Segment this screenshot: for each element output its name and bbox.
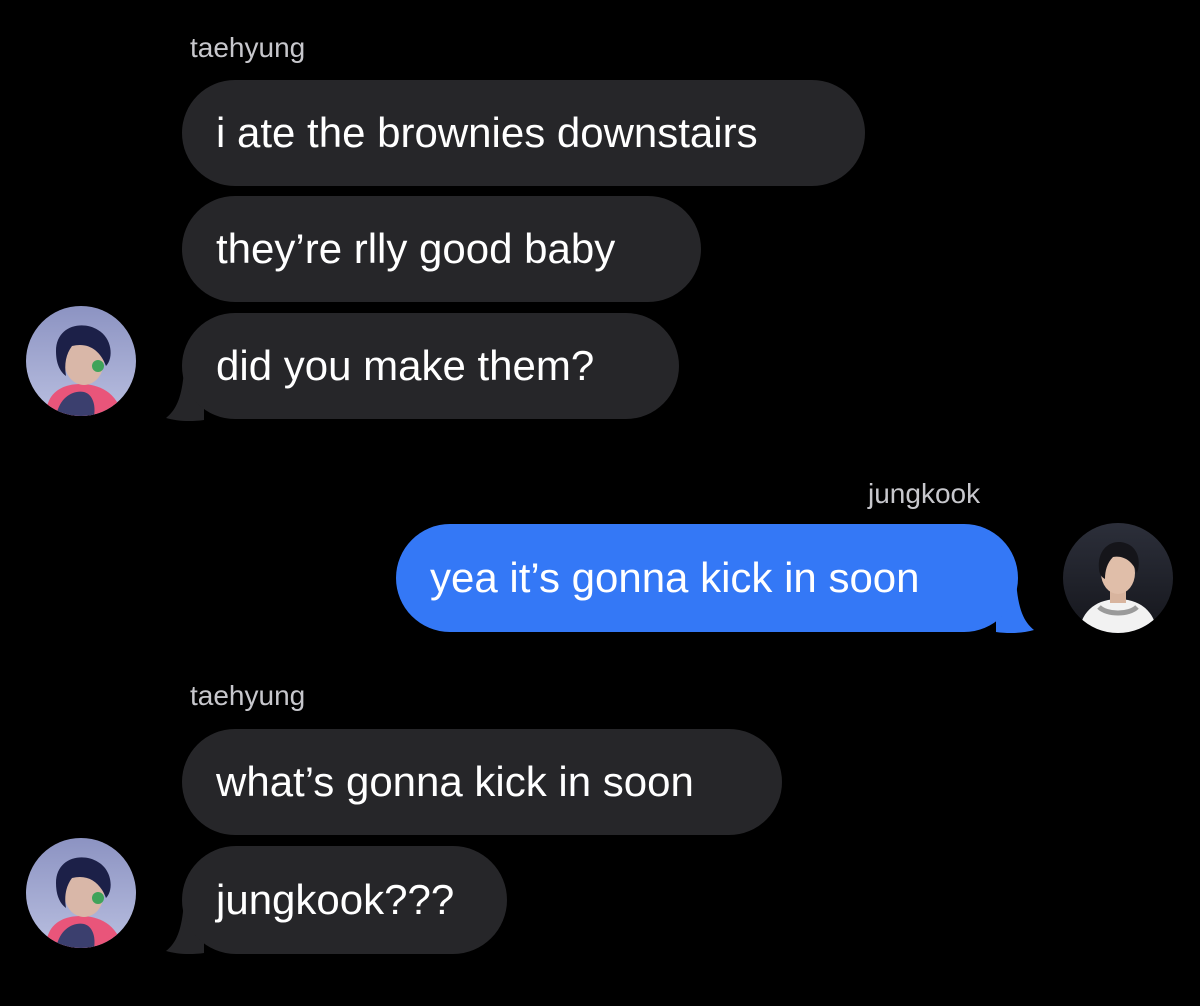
sender-name: taehyung	[190, 680, 306, 711]
incoming-message-bubble[interactable]: jungkook???	[182, 846, 507, 954]
jungkook-avatar-icon	[1063, 523, 1173, 633]
sender-name: jungkook	[868, 478, 981, 509]
incoming-message-bubble[interactable]: i ate the brownies downstairs	[182, 80, 865, 186]
jungkook-avatar[interactable]	[1063, 523, 1173, 633]
taehyung-avatar-icon	[26, 306, 136, 416]
sender-name: taehyung	[190, 32, 306, 63]
incoming-message-bubble[interactable]: they’re rlly good baby	[182, 196, 701, 302]
message-text: i ate the brownies downstairs	[216, 109, 758, 156]
incoming-message-bubble[interactable]: what’s gonna kick in soon	[182, 729, 782, 835]
taehyung-avatar[interactable]	[26, 306, 136, 416]
incoming-message-bubble[interactable]: did you make them?	[182, 313, 679, 419]
message-text: jungkook???	[216, 876, 455, 923]
message-text: did you make them?	[216, 342, 595, 389]
message-text: yea it’s gonna kick in soon	[430, 554, 920, 601]
message-text: what’s gonna kick in soon	[216, 758, 694, 805]
taehyung-avatar[interactable]	[26, 838, 136, 948]
message-text: they’re rlly good baby	[216, 225, 616, 272]
taehyung-avatar-icon	[26, 838, 136, 948]
outgoing-message-bubble[interactable]: yea it’s gonna kick in soon	[396, 524, 1018, 632]
